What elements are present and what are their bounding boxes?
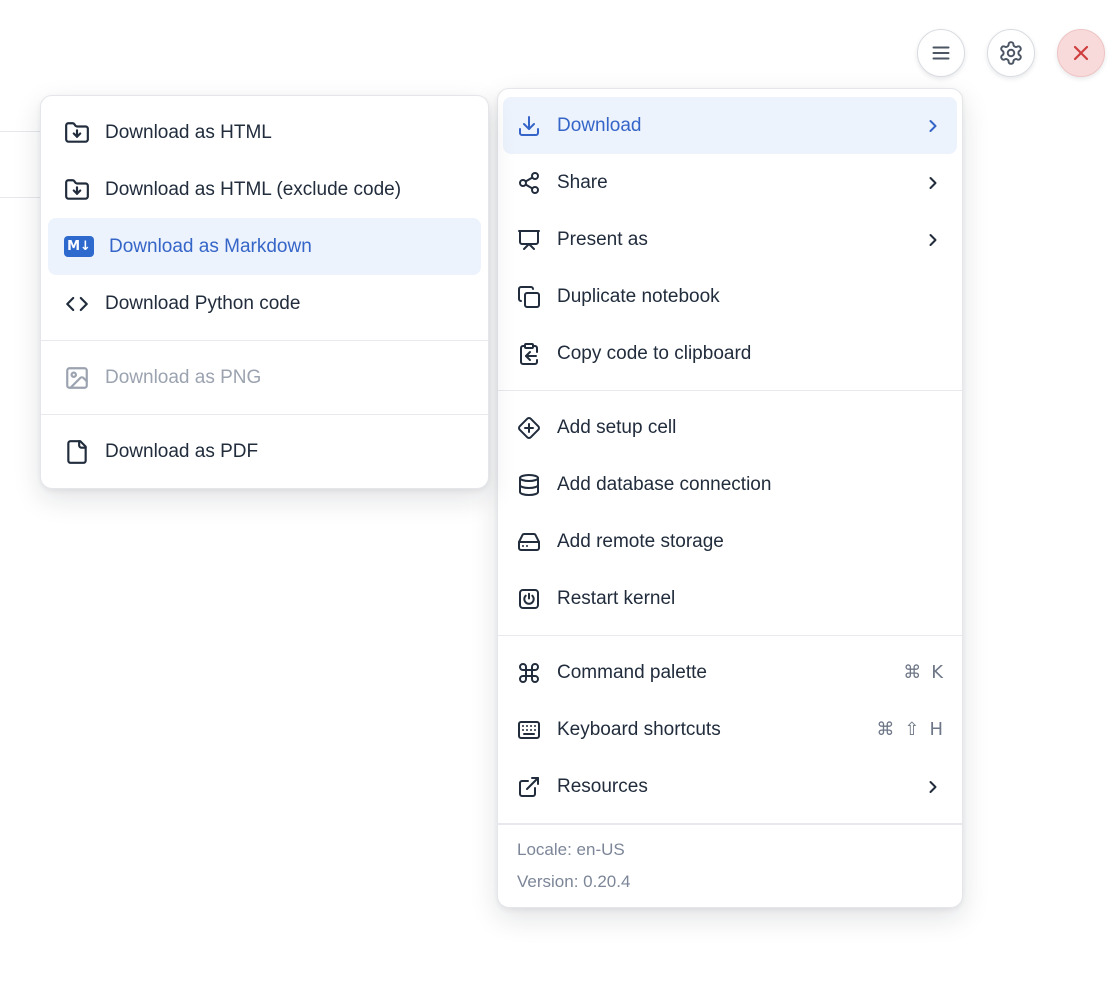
menu-item-download-python[interactable]: Download Python code <box>48 275 481 332</box>
menu-item-label: Add setup cell <box>557 417 676 439</box>
external-link-icon <box>517 775 541 799</box>
menu-button[interactable] <box>917 29 965 77</box>
download-icon <box>517 114 541 138</box>
shortcut-hint: ⌘ ⇧ H <box>876 719 943 740</box>
chevron-right-icon <box>923 173 943 193</box>
menu-item-label: Restart kernel <box>557 588 675 610</box>
menu-item-download-pdf[interactable]: Download as PDF <box>48 423 481 480</box>
menu-item-label: Present as <box>557 229 648 251</box>
notebook-actions-menu: Download Share Present as Duplicate note… <box>497 88 963 908</box>
menu-item-keyboard-shortcuts[interactable]: Keyboard shortcuts ⌘ ⇧ H <box>503 701 957 758</box>
menu-group: Command palette ⌘ K Keyboard shortcuts ⌘… <box>498 636 962 824</box>
gear-icon <box>998 40 1024 66</box>
menu-item-label: Download as HTML <box>105 122 272 144</box>
menu-item-command-palette[interactable]: Command palette ⌘ K <box>503 644 957 701</box>
menu-item-label: Share <box>557 172 608 194</box>
database-icon <box>517 473 541 497</box>
folder-down-icon <box>64 120 90 146</box>
menu-group: Add setup cell Add database connection A… <box>498 391 962 636</box>
command-icon <box>517 661 541 685</box>
chevron-right-icon <box>923 116 943 136</box>
menu-item-label: Add database connection <box>557 474 771 496</box>
menu-item-label: Download Python code <box>105 293 300 315</box>
menu-item-add-remote-storage[interactable]: Add remote storage <box>503 513 957 570</box>
menu-item-download[interactable]: Download <box>503 97 957 154</box>
menu-item-download-png: Download as PNG <box>48 349 481 406</box>
menu-item-label: Download as Markdown <box>109 236 312 258</box>
hard-drive-icon <box>517 530 541 554</box>
close-icon <box>1069 41 1093 65</box>
cmd-key: ⌘ <box>876 719 894 740</box>
menu-group: Download Share Present as Duplicate note… <box>498 89 962 391</box>
folder-down-icon <box>64 177 90 203</box>
settings-button[interactable] <box>987 29 1035 77</box>
menu-item-label: Command palette <box>557 662 707 684</box>
menu-item-label: Download as PNG <box>105 367 261 389</box>
image-icon <box>64 365 90 391</box>
menu-item-label: Download as PDF <box>105 441 258 463</box>
chevron-right-icon <box>923 230 943 250</box>
key: K <box>931 662 943 683</box>
menu-item-present-as[interactable]: Present as <box>503 211 957 268</box>
menu-group: Download as HTML Download as HTML (exclu… <box>41 96 488 341</box>
menu-footer: Locale: en-US Version: 0.20.4 <box>498 824 962 907</box>
menu-item-download-markdown[interactable]: M↓ Download as Markdown <box>48 218 481 275</box>
close-button[interactable] <box>1057 29 1105 77</box>
menu-item-label: Add remote storage <box>557 531 724 553</box>
duplicate-icon <box>517 285 541 309</box>
markdown-badge-icon: M↓ <box>64 236 94 257</box>
menu-item-resources[interactable]: Resources <box>503 758 957 815</box>
share-icon <box>517 171 541 195</box>
shift-key: ⇧ <box>904 719 919 740</box>
menu-item-restart-kernel[interactable]: Restart kernel <box>503 570 957 627</box>
menu-item-label: Resources <box>557 776 648 798</box>
menu-item-label: Duplicate notebook <box>557 286 720 308</box>
menu-item-add-setup-cell[interactable]: Add setup cell <box>503 399 957 456</box>
download-submenu: Download as HTML Download as HTML (exclu… <box>40 95 489 489</box>
key: H <box>929 719 943 740</box>
background-rule <box>0 197 44 198</box>
chevron-right-icon <box>923 777 943 797</box>
presentation-icon <box>517 228 541 252</box>
locale-text: Locale: en-US <box>517 834 943 866</box>
menu-item-label: Copy code to clipboard <box>557 343 751 365</box>
file-icon <box>64 439 90 465</box>
menu-group: Download as PNG <box>41 341 488 415</box>
version-text: Version: 0.20.4 <box>517 866 943 898</box>
menu-item-label: Download as HTML (exclude code) <box>105 179 401 201</box>
menu-item-download-html-nocode[interactable]: Download as HTML (exclude code) <box>48 161 481 218</box>
diamond-plus-icon <box>517 416 541 440</box>
floating-toolbar <box>917 29 1105 77</box>
square-power-icon <box>517 587 541 611</box>
code-icon <box>64 291 90 317</box>
menu-item-share[interactable]: Share <box>503 154 957 211</box>
cmd-key: ⌘ <box>903 662 921 683</box>
clipboard-copy-icon <box>517 342 541 366</box>
keyboard-icon <box>517 718 541 742</box>
hamburger-icon <box>929 41 953 65</box>
menu-item-copy-code[interactable]: Copy code to clipboard <box>503 325 957 382</box>
menu-item-download-html[interactable]: Download as HTML <box>48 104 481 161</box>
menu-item-duplicate-notebook[interactable]: Duplicate notebook <box>503 268 957 325</box>
menu-group: Download as PDF <box>41 415 488 488</box>
shortcut-hint: ⌘ K <box>903 662 943 683</box>
menu-item-label: Keyboard shortcuts <box>557 719 721 741</box>
menu-item-label: Download <box>557 115 642 137</box>
menu-item-add-database[interactable]: Add database connection <box>503 456 957 513</box>
background-rule <box>0 131 44 132</box>
